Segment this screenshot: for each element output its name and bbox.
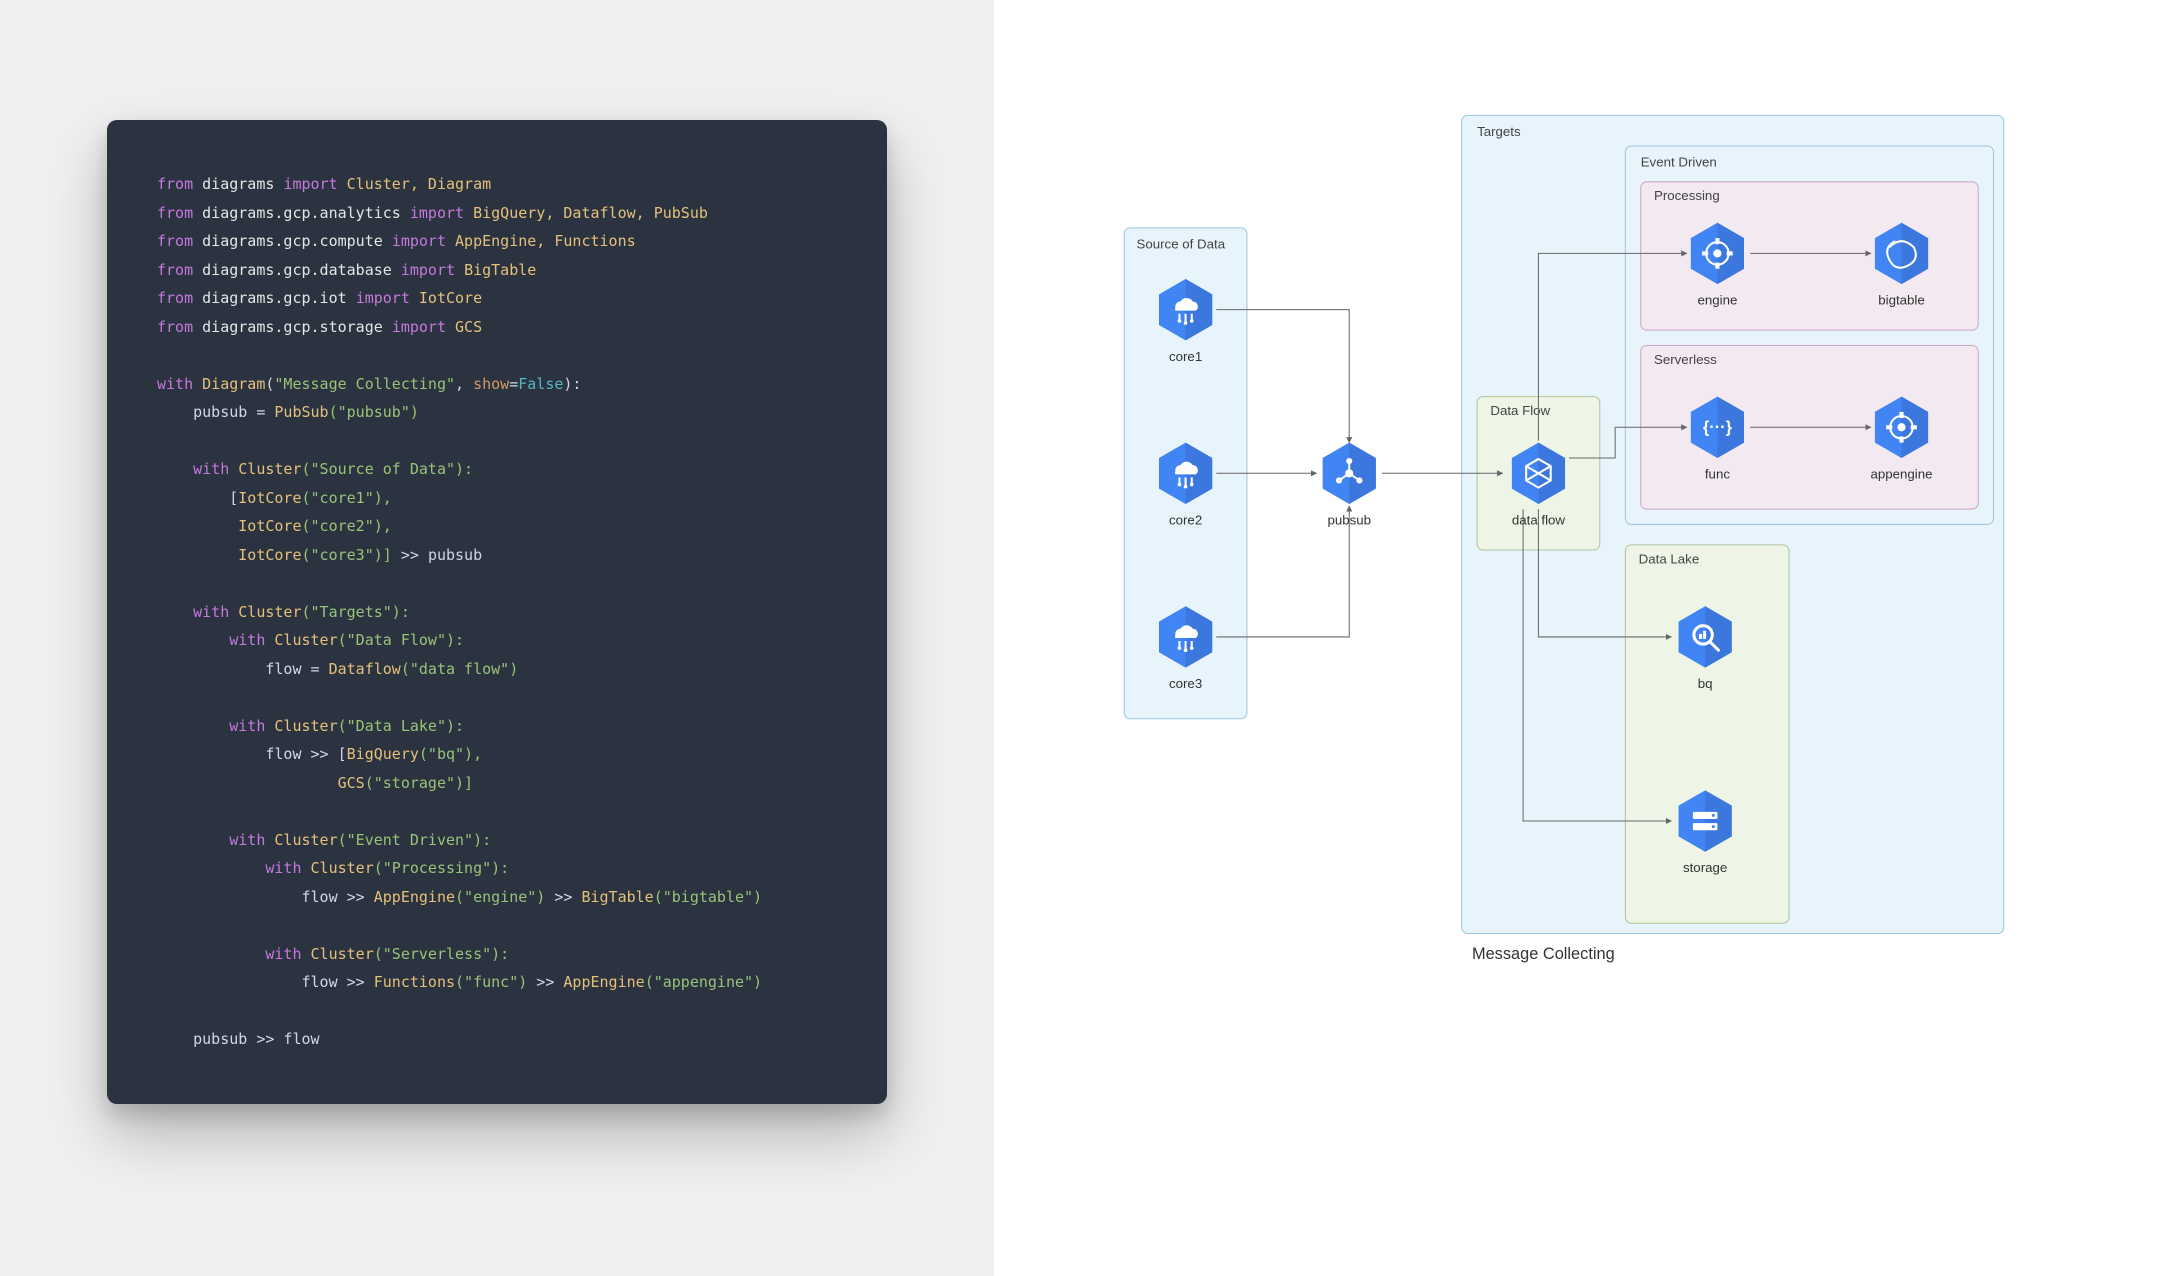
node-label: storage bbox=[1683, 860, 1727, 875]
cluster-label: Serverless bbox=[1654, 352, 1717, 367]
node-pubsub: pubsub bbox=[1323, 443, 1376, 528]
node-label: data flow bbox=[1512, 512, 1566, 527]
keyword-from: from bbox=[157, 175, 193, 193]
node-label: pubsub bbox=[1327, 512, 1371, 527]
node-engine: engine bbox=[1691, 223, 1744, 308]
code-card: from diagrams import Cluster, Diagram fr… bbox=[107, 120, 887, 1104]
node-appengine: appengine bbox=[1870, 397, 1932, 482]
diagram-pane: {···} bbox=[994, 0, 2164, 1276]
node-bigtable: bigtable bbox=[1875, 223, 1928, 308]
node-label: engine bbox=[1697, 293, 1737, 308]
node-label: core2 bbox=[1169, 512, 1202, 527]
keyword-import: import bbox=[283, 175, 337, 193]
node-label: core3 bbox=[1169, 676, 1202, 691]
cluster-label: Targets bbox=[1477, 124, 1521, 139]
cluster-label: Data Flow bbox=[1490, 403, 1550, 418]
node-label: bigtable bbox=[1878, 293, 1925, 308]
node-storage: storage bbox=[1679, 790, 1732, 875]
cluster-label: Event Driven bbox=[1641, 154, 1717, 169]
node-label: appengine bbox=[1870, 466, 1932, 481]
diagram-title: Message Collecting bbox=[1472, 945, 1615, 963]
node-label: core1 bbox=[1169, 349, 1202, 364]
cluster-label: Source of Data bbox=[1137, 236, 1226, 251]
pubsub-icon bbox=[1323, 443, 1376, 504]
architecture-diagram: {···} bbox=[1114, 100, 2014, 1000]
code-pane: from diagrams import Cluster, Diagram fr… bbox=[0, 0, 994, 1276]
page: from diagrams import Cluster, Diagram fr… bbox=[0, 0, 2164, 1276]
cluster-label: Processing bbox=[1654, 188, 1720, 203]
node-label: bq bbox=[1698, 676, 1713, 691]
cluster-label: Data Lake bbox=[1639, 551, 1700, 566]
node-dataflow: data flow bbox=[1512, 443, 1566, 528]
node-label: func bbox=[1705, 466, 1730, 481]
